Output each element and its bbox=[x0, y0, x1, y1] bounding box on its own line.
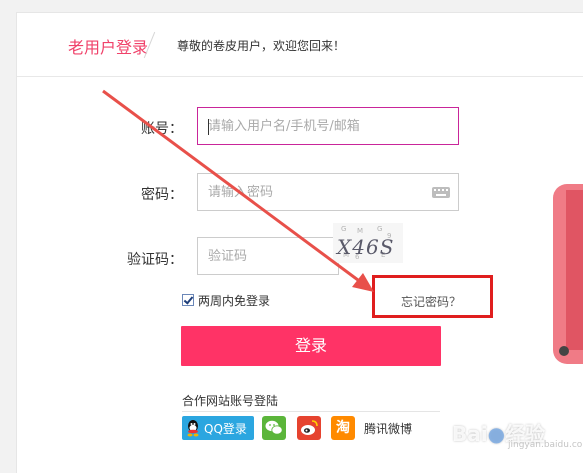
login-button[interactable]: 登录 bbox=[181, 326, 441, 366]
wechat-login-button[interactable] bbox=[262, 416, 286, 440]
qq-login-label: QQ登录 bbox=[204, 422, 247, 436]
watermark-url: jingyan.baidu.com bbox=[508, 440, 583, 450]
weibo-icon bbox=[301, 420, 318, 435]
account-label: 账号： bbox=[141, 121, 183, 137]
qq-login-button[interactable]: QQ登录 bbox=[182, 416, 254, 440]
annotation-highlight-box bbox=[372, 275, 493, 318]
login-header: 老用户登录 尊敬的卷皮用户，欢迎您回来！ bbox=[17, 13, 583, 77]
page-title: 老用户登录 bbox=[68, 38, 149, 57]
captcha-noise: G bbox=[341, 225, 347, 233]
account-field[interactable] bbox=[197, 107, 459, 145]
welcome-text: 尊敬的卷皮用户，欢迎您回来！ bbox=[177, 39, 346, 53]
password-label: 密码： bbox=[141, 187, 183, 203]
text-caret bbox=[208, 119, 209, 135]
luggage-wheel bbox=[559, 346, 569, 356]
partner-login-title: 合作网站账号登陆 bbox=[182, 394, 279, 408]
captcha-image[interactable]: G M G 9 M 6 E X46S bbox=[333, 223, 403, 263]
password-input[interactable] bbox=[198, 174, 458, 210]
captcha-field[interactable] bbox=[197, 237, 339, 275]
luggage-shade bbox=[566, 190, 583, 350]
wechat-icon bbox=[265, 420, 283, 435]
tencent-weibo-link[interactable]: 腾讯微博 bbox=[364, 420, 412, 437]
captcha-noise: G bbox=[377, 225, 383, 233]
taobao-login-button[interactable]: 淘 bbox=[331, 416, 355, 440]
qq-icon bbox=[187, 420, 199, 437]
captcha-text: X46S bbox=[337, 235, 395, 259]
weibo-login-button[interactable] bbox=[297, 416, 321, 440]
keyboard-icon[interactable] bbox=[432, 187, 450, 198]
captcha-input[interactable] bbox=[198, 238, 338, 274]
captcha-label: 验证码： bbox=[127, 252, 183, 268]
partner-divider bbox=[182, 411, 440, 412]
remember-checkbox[interactable] bbox=[182, 294, 194, 306]
captcha-noise: M bbox=[357, 227, 364, 235]
account-input[interactable] bbox=[198, 108, 458, 144]
remember-label[interactable]: 两周内免登录 bbox=[198, 292, 270, 309]
password-field[interactable] bbox=[197, 173, 459, 211]
